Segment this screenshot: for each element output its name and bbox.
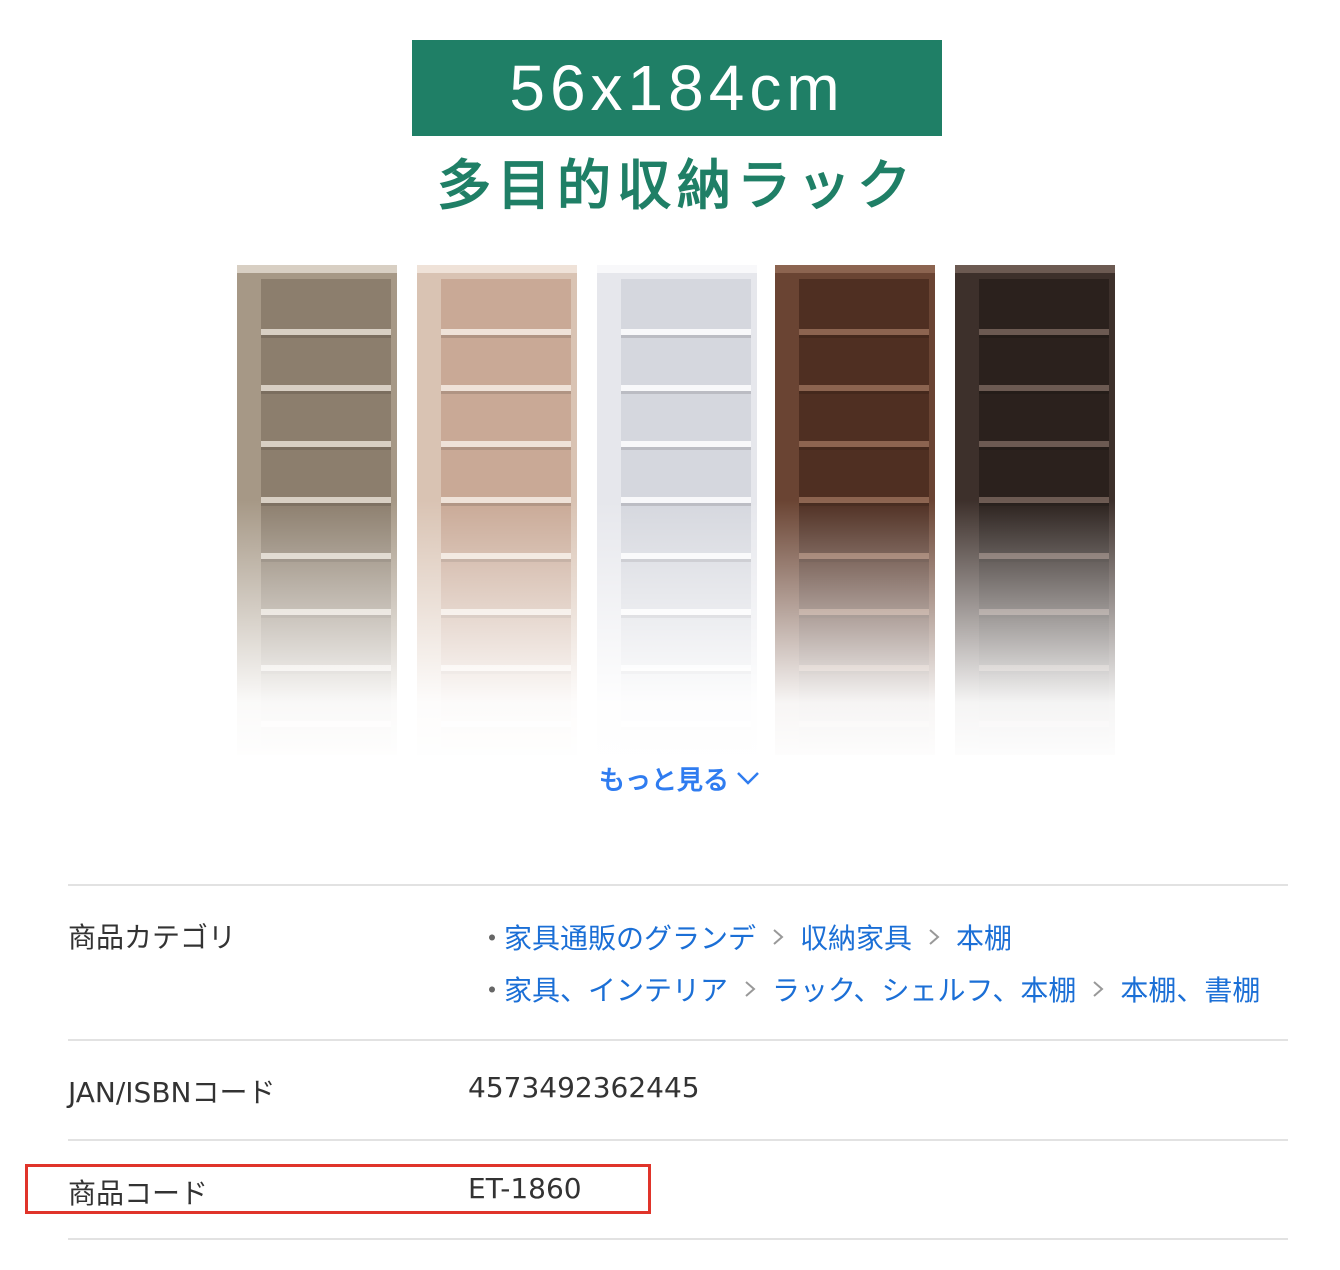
jan-label: JAN/ISBNコード [68, 1076, 276, 1109]
size-banner: 56x184cm [412, 40, 942, 136]
shelf-color-lineup [225, 265, 1125, 760]
bookshelf-natural [237, 265, 397, 755]
jan-value: 4573492362445 [468, 1071, 700, 1104]
chevron-right-icon [756, 927, 800, 947]
bookshelf-white [597, 265, 757, 755]
category-link[interactable]: 本棚 [956, 917, 1012, 957]
divider [68, 1238, 1288, 1240]
divider [68, 1139, 1288, 1141]
chevron-right-icon [912, 927, 956, 947]
category-link[interactable]: 収納家具 [800, 917, 912, 957]
category-link[interactable]: 本棚、書棚 [1120, 969, 1260, 1009]
category-label: 商品カテゴリ [68, 921, 237, 954]
product-name-heading: 多目的収納ラック [437, 154, 917, 217]
bullet: ・ [478, 922, 507, 955]
bookshelf-white-oak [417, 265, 577, 755]
category-link[interactable]: 家具、インテリア [504, 969, 728, 1009]
chevron-right-icon [728, 979, 772, 999]
highlight-box [25, 1164, 651, 1214]
show-more-link[interactable]: もっと見る [590, 758, 770, 798]
bookshelf-dark-brown [955, 265, 1115, 755]
bookshelf-brown [775, 265, 935, 755]
show-more-label: もっと見る [598, 765, 729, 796]
chevron-down-icon [737, 772, 759, 785]
category-link[interactable]: 家具通販のグランデ [504, 917, 756, 957]
chevron-right-icon [1076, 979, 1120, 999]
category-path: ・家具通販のグランデ 収納家具 本棚 [478, 917, 1012, 957]
category-link[interactable]: ラック、シェルフ、本棚 [772, 969, 1076, 1009]
bullet: ・ [478, 974, 507, 1007]
divider [68, 1039, 1288, 1041]
divider [68, 884, 1288, 886]
product-hero-image: 56x184cm 多目的収納ラック [0, 0, 1340, 820]
category-path: ・家具、インテリア ラック、シェルフ、本棚 本棚、書棚 [478, 969, 1260, 1009]
